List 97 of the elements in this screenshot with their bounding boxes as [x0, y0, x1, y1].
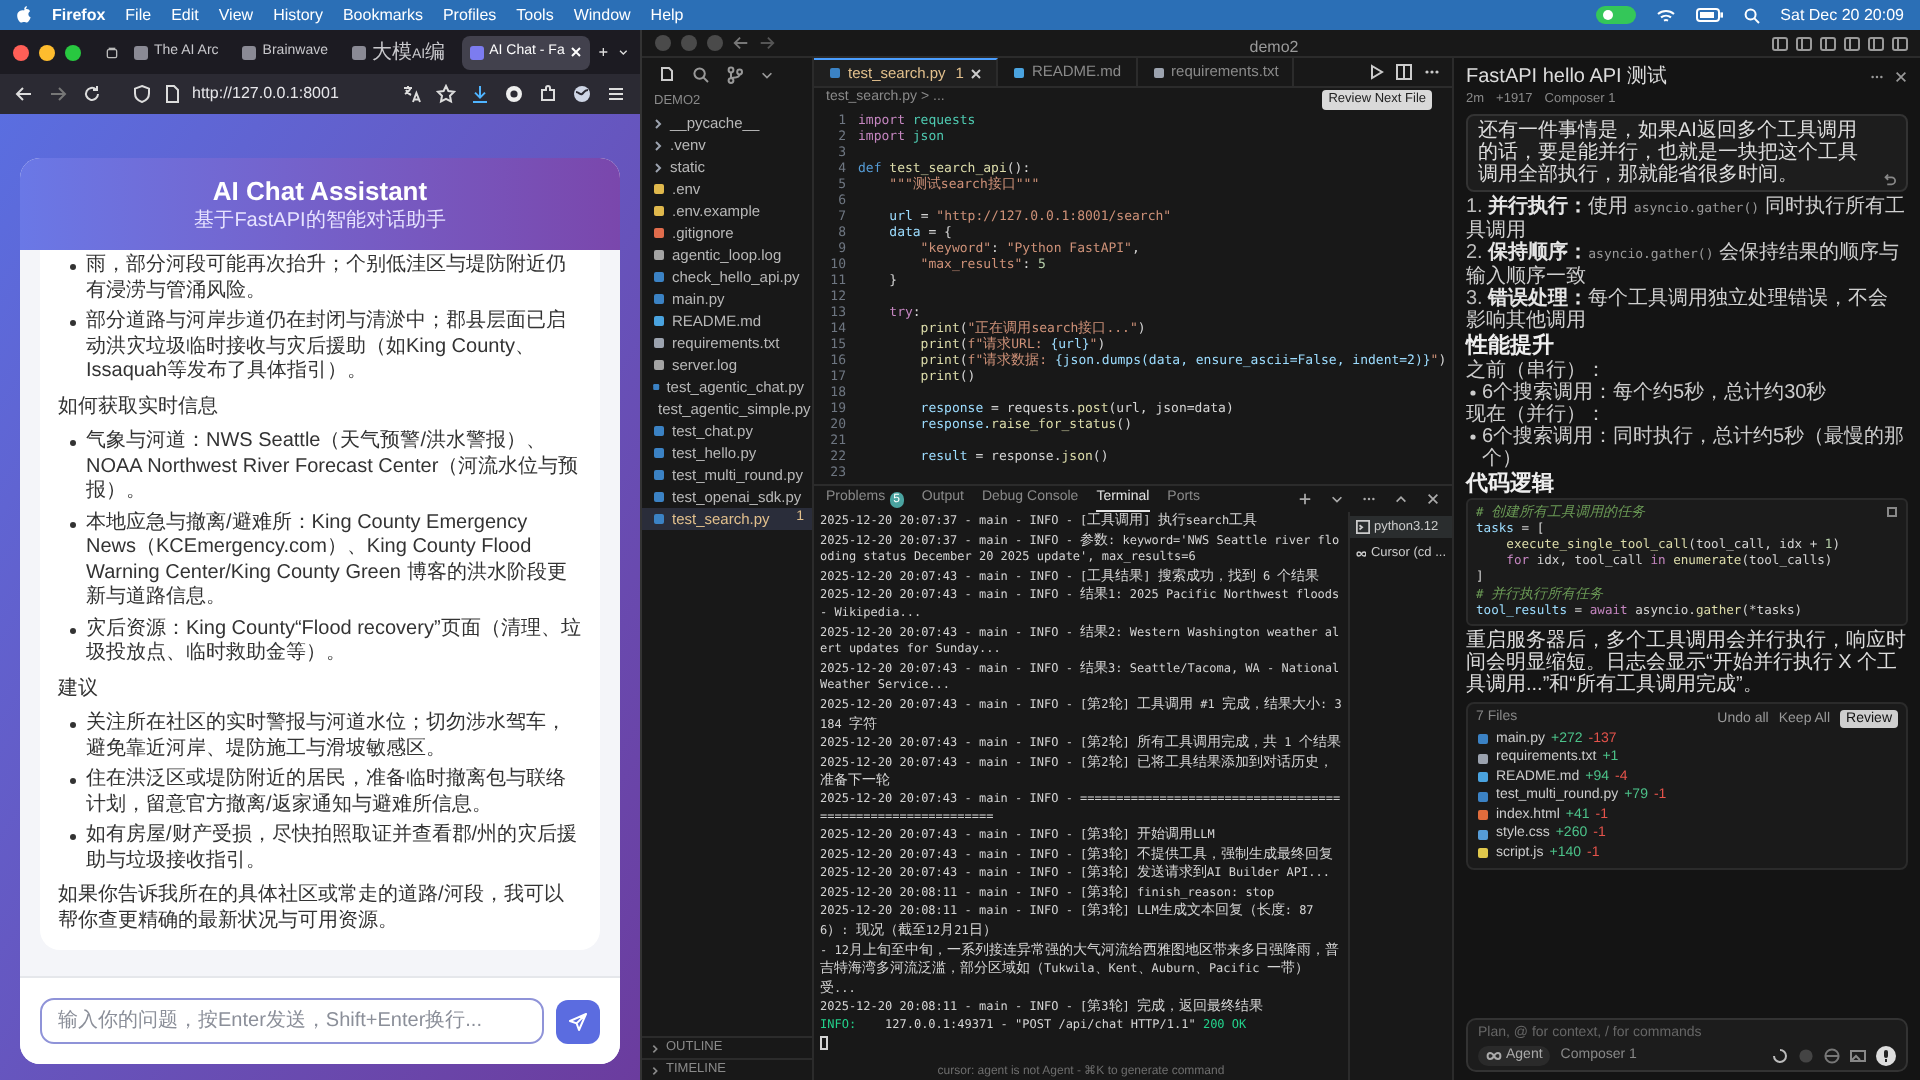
forward-icon[interactable] [758, 34, 776, 52]
send-icon [568, 1011, 588, 1031]
close-icon[interactable] [1426, 492, 1440, 506]
chevron-icon[interactable] [617, 44, 628, 60]
bullet-icon [70, 834, 76, 840]
run-icon[interactable] [1368, 64, 1384, 80]
files-icon[interactable] [658, 66, 676, 84]
maximize-icon[interactable] [1394, 492, 1408, 506]
app-menu[interactable]: Firefox [52, 3, 106, 27]
layout-icon[interactable] [1772, 35, 1788, 51]
answer-text: 重启服务器后，多个工具调用会并行执行，响应时间会明显缩短。日志会显示“开始并行执行 X 个工具调用...”和“所有工具调用完成”。 [1466, 630, 1908, 696]
source-control-icon[interactable] [726, 66, 744, 84]
favicon-icon [134, 45, 148, 59]
menu-item[interactable]: Window [573, 3, 631, 27]
download-icon[interactable] [470, 84, 490, 104]
apple-logo-icon[interactable] [16, 6, 32, 24]
menu-item[interactable]: Help [650, 3, 684, 27]
new-tab-icon[interactable] [598, 44, 610, 60]
menu-icon[interactable] [606, 84, 626, 104]
message-text: 如果你告诉我所在的具体社区或常走的道路/河段，我可以帮你查更精确的最新状况与可用资源。 [58, 884, 566, 934]
list-item: 灾后资源：King County“Flood recovery”页面（清理、垃圾投放点、临时救助金等）。 [86, 617, 582, 667]
bullet-icon [70, 778, 76, 784]
menu-item[interactable]: Edit [171, 3, 199, 27]
shield-icon[interactable] [132, 84, 152, 104]
menu-item[interactable]: Bookmarks [342, 3, 423, 27]
answer-step: 3. 错误处理：每个工具调用独立处理错误，不会影响其他调用 [1466, 288, 1908, 332]
tab-list-icon[interactable] [106, 43, 118, 61]
star-icon[interactable] [436, 84, 456, 104]
terminal-icon [1356, 520, 1370, 534]
answer-text: 之前（串行）： [1466, 360, 1608, 382]
menu-clock: Sat Dec 20 20:09 [1780, 3, 1904, 27]
more-icon[interactable] [1362, 492, 1376, 506]
bullet-icon [70, 264, 76, 270]
chat-subtitle: 基于FastAPI的智能对话助手 [194, 207, 446, 233]
wifi-icon[interactable] [1656, 7, 1677, 23]
menu-item[interactable]: Profiles [442, 3, 497, 27]
page-icon[interactable] [162, 84, 182, 104]
message-text: 还有一件事情是，如果AI返回多个工具调用的话，要是能并行，也就是一块把这个工具调用全部执行，那就能省很多时间。 [1478, 120, 1860, 186]
extension-icon[interactable] [504, 84, 524, 104]
menu-item[interactable]: View [218, 3, 254, 27]
spinner-icon[interactable] [1772, 1047, 1788, 1064]
bullet-icon [70, 320, 76, 326]
message-text: 如何获取实时信息 [58, 395, 220, 420]
url-field[interactable]: http://127.0.0.1:8001 [192, 82, 339, 106]
close-icon[interactable] [1894, 69, 1908, 83]
chat-title: FastAPI hello API 测试 [1466, 63, 1668, 91]
list-item: 部分道路与河岸步道仍在封闭与清淤中；郡县层面已启动洪灾垃圾临时接收与灾后援助（如King County、Issaquah等发布了具体指引）。 [86, 310, 568, 385]
bullet-icon [70, 722, 76, 728]
terminal-cursor [820, 1035, 828, 1050]
search-icon[interactable] [692, 66, 710, 84]
search-icon[interactable] [1744, 7, 1761, 23]
menu-item[interactable]: File [125, 3, 152, 27]
bullet-icon [1470, 434, 1476, 440]
chevron-icon[interactable] [760, 68, 774, 82]
undo-icon[interactable] [1882, 172, 1896, 186]
list-item: 6个搜索调用：同时执行，总计约5秒（最慢的那个） [1482, 426, 1907, 470]
status-pill-icon[interactable] [1596, 6, 1637, 24]
copy-icon[interactable] [1886, 506, 1898, 518]
translate-icon[interactable] [402, 84, 422, 104]
bullet-icon [1470, 390, 1476, 396]
forward-icon[interactable] [48, 84, 68, 104]
window-title: demo2 [1249, 37, 1299, 55]
reload-icon[interactable] [82, 84, 102, 104]
chevron-icon [650, 1065, 660, 1075]
file-icon [1011, 65, 1026, 79]
favicon-icon [242, 45, 257, 59]
file-icon [1151, 65, 1166, 79]
close-icon[interactable] [969, 67, 982, 79]
battery-icon[interactable] [1696, 8, 1725, 22]
menu-item[interactable]: History [273, 3, 323, 27]
bullet-icon [70, 627, 76, 633]
send-button[interactable] [556, 999, 600, 1043]
menu-item[interactable]: Tools [516, 3, 554, 27]
section-heading: 代码逻辑 [1466, 472, 1556, 498]
message-text: 建议 [58, 677, 100, 702]
chat-title: AI Chat Assistant [212, 175, 428, 207]
chevron-icon [650, 1043, 660, 1053]
bullet-icon [70, 440, 76, 446]
infinity-icon [1356, 547, 1367, 559]
infinity-icon [1486, 1049, 1502, 1062]
list-item: 如有房屋/财产受损，尽快拍照取证并查看郡/州的灾后援助与垃圾接收指引。 [86, 824, 580, 874]
plus-icon[interactable] [1298, 492, 1312, 506]
chevron-icon[interactable] [1330, 492, 1344, 506]
list-item: 关注所在社区的实时警报与河道水位；切勿涉水驾车，避免靠近河岸、堤防施工与滑坡敏感区。 [86, 712, 568, 762]
list-item: 本地应急与撤离/避难所：King County Emergency News（KCEmergency.com）、King County Flood Warning Center/King County Green 博客的洪水阶段更新与道路信息。 [86, 511, 569, 611]
list-item: 气象与河道：NWS Seattle（天气预警/洪水警报）、NOAA Northwest River Forecast Center（河流水位与预报）。 [86, 430, 581, 505]
bullet-icon [70, 521, 76, 527]
answer-text: 现在（并行）： [1466, 404, 1608, 426]
list-item: 住在洪泛区或堤防附近的居民，准备临时撤离包与联络计划，留意官方撤离/返家通知与避难所信息。 [86, 768, 568, 818]
split-editor-icon[interactable] [1396, 64, 1412, 80]
favicon-icon [351, 45, 366, 59]
section-heading: 性能提升 [1466, 334, 1556, 359]
list-item: 雨，部分河段可能再次抬升；个别低洼区与堤防附近仍有浸涝与管涌风险。 [86, 254, 568, 304]
favicon-icon [469, 45, 484, 59]
file-icon [828, 66, 842, 80]
list-item: 6个搜索调用：每个约5秒，总计约30秒 [1482, 382, 1827, 404]
image-icon[interactable] [1850, 1047, 1866, 1064]
